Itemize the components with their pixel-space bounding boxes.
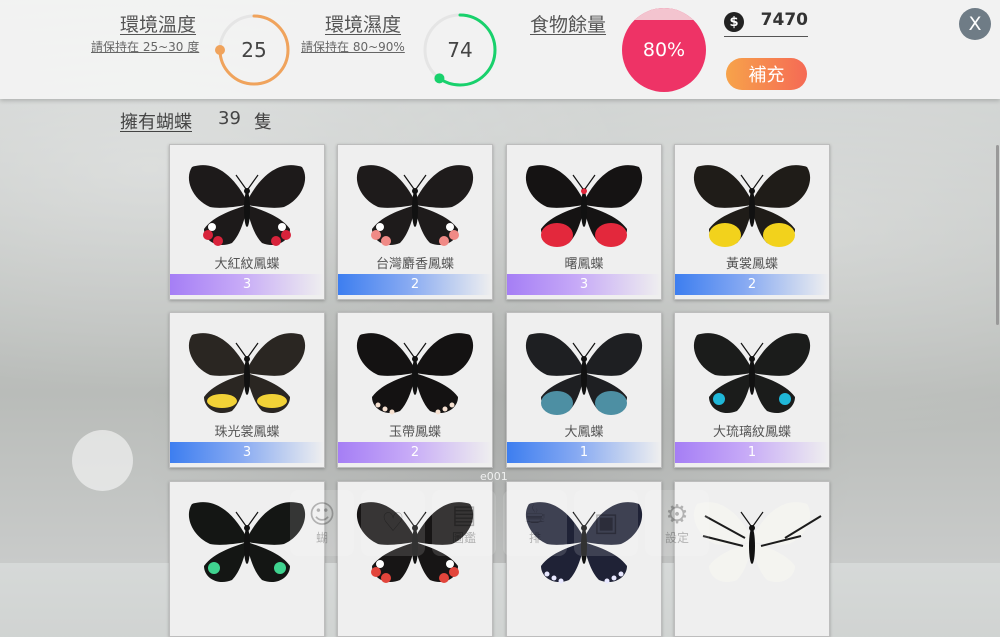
scrollbar[interactable] — [996, 145, 999, 325]
butterfly-name: 台灣麝香鳳蝶 — [375, 257, 454, 272]
butterfly-count-bar: 2 — [338, 274, 492, 295]
refill-button[interactable]: 補充 — [726, 58, 807, 90]
butterfly-card[interactable]: 大鳳蝶 1 — [506, 312, 662, 468]
owned-count: 39 — [218, 108, 241, 129]
butterfly-card[interactable]: 曙鳳蝶 3 — [506, 144, 662, 300]
butterfly-card[interactable]: 大琉璃紋鳳蝶 1 — [674, 312, 830, 468]
butterfly-count-bar: 3 — [507, 274, 661, 295]
nav-gear[interactable]: ⚙ 設定 — [645, 490, 709, 556]
nav-label: 設定 — [664, 530, 689, 545]
butterfly-name: 黃裳鳳蝶 — [725, 257, 778, 272]
nav-label: 排 — [528, 530, 541, 545]
humidity-note: 請保持在 80~90% — [301, 40, 405, 54]
owned-unit: 隻 — [254, 112, 272, 133]
cup-icon: ☕ — [523, 499, 547, 530]
temperature-note: 請保持在 25~30 度 — [91, 40, 200, 54]
close-button[interactable]: X — [959, 8, 991, 40]
butterfly-card[interactable]: 大紅紋鳳蝶 3 — [169, 144, 325, 300]
butterfly-count-bar: 3 — [170, 442, 324, 463]
page-id: e001 — [480, 470, 508, 483]
coin-amount: 7470 — [760, 10, 808, 30]
virtual-joystick[interactable] — [72, 430, 133, 491]
humidity-value: 74 — [447, 38, 473, 62]
nav-label: 圖鑑 — [451, 530, 476, 545]
food-gauge-empty — [622, 8, 706, 20]
butterfly-name: 大琉璃紋鳳蝶 — [712, 425, 791, 440]
book-icon: ▤ — [451, 499, 477, 530]
butterfly-name: 大鳳蝶 — [564, 425, 604, 440]
humidity-title: 環境濕度 — [325, 14, 402, 36]
heart-icon: ♡ — [381, 508, 405, 538]
butterfly-name: 曙鳳蝶 — [564, 257, 604, 272]
butterfly-card[interactable]: 黃裳鳳蝶 2 — [674, 144, 830, 300]
butterfly-count-bar: 2 — [675, 274, 829, 295]
bottom-nav: ☺ 蝴 ♡ ▤ 圖鑑 ☕ 排 ▣ ⚙ 設定 — [290, 490, 710, 560]
butterfly-name: 玉帶鳳蝶 — [388, 425, 441, 440]
food-title: 食物餘量 — [530, 14, 607, 36]
butterfly-card[interactable]: 台灣麝香鳳蝶 2 — [337, 144, 493, 300]
status-bar: 環境溫度 請保持在 25~30 度 25 環境濕度 請保持在 80~90% 74… — [0, 0, 1000, 99]
nav-book[interactable]: ▤ 圖鑑 — [432, 490, 496, 556]
nav-bag[interactable]: ▣ — [574, 490, 638, 556]
nav-label: 蝴 — [315, 530, 328, 545]
nav-heart[interactable]: ♡ — [361, 490, 425, 556]
butterfly-count-bar: 1 — [675, 442, 829, 463]
butterfly-count-bar: 3 — [170, 274, 324, 295]
nav-person[interactable]: ☺ 蝴 — [290, 490, 354, 556]
gear-icon: ⚙ — [665, 499, 689, 530]
butterfly-count-bar: 2 — [338, 442, 492, 463]
food-value: 80% — [642, 39, 686, 61]
owned-label: 擁有蝴蝶 — [120, 112, 192, 133]
temperature-gauge: 25 — [215, 11, 293, 89]
butterfly-name: 大紅紋鳳蝶 — [214, 257, 280, 272]
bag-icon: ▣ — [593, 508, 619, 538]
butterfly-count-bar: 1 — [507, 442, 661, 463]
butterfly-card[interactable]: 珠光裳鳳蝶 3 — [169, 312, 325, 468]
temperature-title: 環境溫度 — [120, 14, 197, 36]
food-gauge: 80% — [622, 8, 706, 92]
person-icon: ☺ — [308, 499, 336, 530]
temperature-value: 25 — [241, 38, 267, 62]
humidity-gauge: 74 — [420, 10, 500, 90]
coin-icon: $ — [724, 12, 744, 32]
coin-underline — [724, 36, 808, 37]
butterfly-name: 珠光裳鳳蝶 — [214, 425, 280, 440]
butterfly-card[interactable]: 玉帶鳳蝶 2 — [337, 312, 493, 468]
nav-cup[interactable]: ☕ 排 — [503, 490, 567, 556]
